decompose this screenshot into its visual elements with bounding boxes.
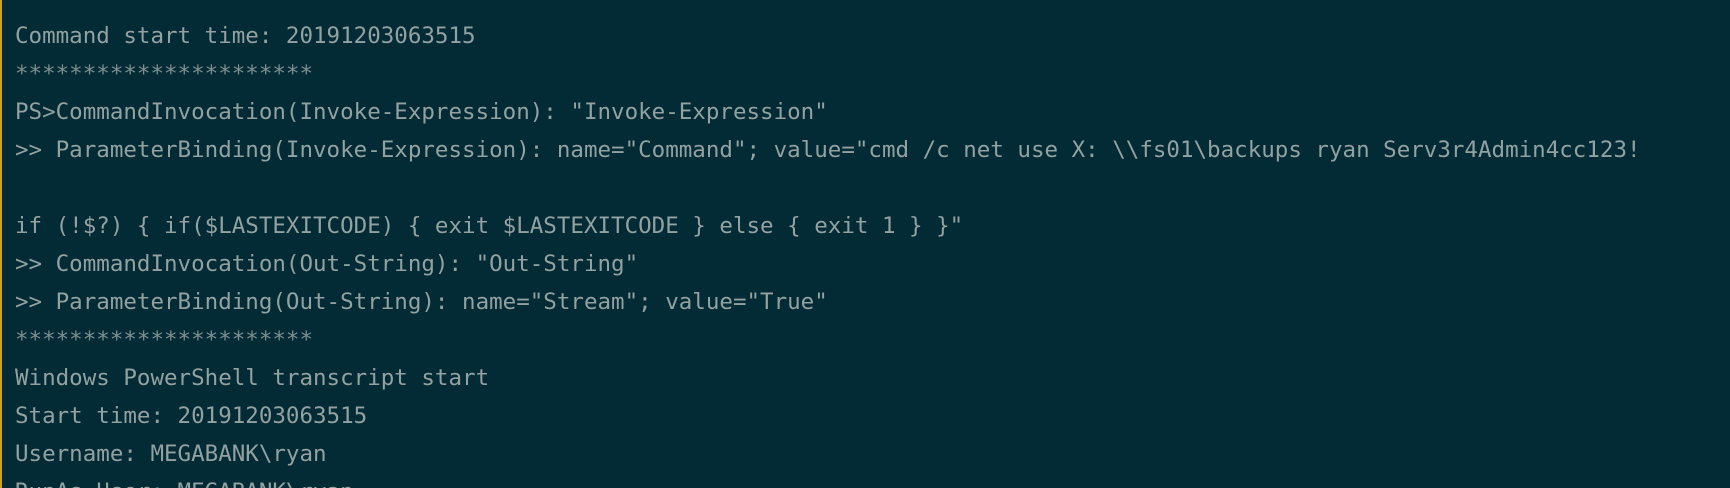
username-line: Username: MEGABANK\ryan bbox=[15, 441, 327, 467]
out-string-invocation-line: >> CommandInvocation(Out-String): "Out-S… bbox=[15, 251, 639, 277]
separator-line: ********************** bbox=[15, 0, 1641, 17]
runas-user-line: RunAs User: MEGABANK\ryan bbox=[15, 473, 1641, 488]
parameter-binding-command-line: >> ParameterBinding(Invoke-Expression): … bbox=[15, 137, 1641, 163]
terminal-output: ********************** Command start tim… bbox=[15, 0, 1641, 488]
command-invocation-line: PS>CommandInvocation(Invoke-Expression):… bbox=[15, 99, 828, 125]
blank-line bbox=[15, 169, 1641, 207]
start-time-line: Start time: 20191203063515 bbox=[15, 403, 368, 429]
separator-line: ********************** bbox=[15, 327, 314, 353]
terminal-window[interactable]: ********************** Command start tim… bbox=[0, 0, 1730, 488]
transcript-start-line: Windows PowerShell transcript start bbox=[15, 365, 490, 391]
separator-line: ********************** bbox=[15, 61, 314, 87]
command-start-time-line: Command start time: 20191203063515 bbox=[15, 23, 476, 49]
out-string-binding-line: >> ParameterBinding(Out-String): name="S… bbox=[15, 289, 828, 315]
exit-code-line: if (!$?) { if($LASTEXITCODE) { exit $LAS… bbox=[15, 213, 964, 239]
